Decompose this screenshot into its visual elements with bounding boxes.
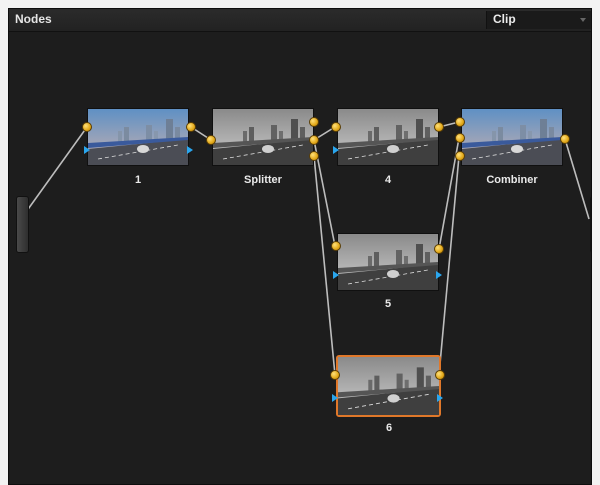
combiner-input-1-pin-icon[interactable]	[455, 117, 465, 127]
node-4-input-pin-icon[interactable]	[331, 122, 341, 132]
node-4-thumbnail	[338, 109, 438, 165]
node-5-input-pin-icon[interactable]	[331, 241, 341, 251]
wire-node-6-to-combiner	[438, 155, 460, 376]
nodes-panel: Nodes Clip 1 Splitter 4 Combiner 5 6	[8, 8, 592, 485]
node-splitter[interactable]	[212, 108, 314, 166]
node-5-output-pin-icon[interactable]	[434, 244, 444, 254]
node-5-label: 5	[384, 298, 392, 310]
node-5-rgb-input-icon[interactable]	[333, 271, 339, 279]
splitter-output-1-pin-icon[interactable]	[309, 117, 319, 127]
splitter-input-pin-icon[interactable]	[206, 135, 216, 145]
combiner-input-3-pin-icon[interactable]	[455, 151, 465, 161]
source-input-handle[interactable]	[16, 196, 29, 253]
wire-splitter-to-node-6	[313, 155, 336, 376]
output-handle[interactable]	[590, 196, 591, 253]
node-1-label: 1	[134, 174, 142, 186]
node-4-rgb-input-icon[interactable]	[333, 146, 339, 154]
combiner-output-pin-icon[interactable]	[560, 134, 570, 144]
node-splitter-thumbnail	[213, 109, 313, 165]
node-5[interactable]	[337, 233, 439, 291]
node-1[interactable]	[87, 108, 189, 166]
node-1-thumbnail	[88, 109, 188, 165]
wire-source-to-node-1	[20, 126, 88, 220]
node-4-output-pin-icon[interactable]	[434, 122, 444, 132]
node-5-thumbnail	[338, 234, 438, 290]
node-6-rgb-input-icon[interactable]	[332, 394, 338, 402]
node-connections	[20, 121, 590, 376]
combiner-input-2-pin-icon[interactable]	[455, 133, 465, 143]
node-4-label: 4	[384, 174, 392, 186]
node-6-thumbnail	[338, 357, 439, 415]
node-5-rgb-output-icon[interactable]	[436, 271, 442, 279]
node-6-label: 6	[385, 422, 393, 434]
node-6[interactable]	[336, 355, 441, 417]
node-1-rgb-input-icon[interactable]	[84, 146, 90, 154]
node-1-rgb-output-icon[interactable]	[187, 146, 193, 154]
node-splitter-label: Splitter	[244, 174, 282, 186]
node-4[interactable]	[337, 108, 439, 166]
splitter-output-2-pin-icon[interactable]	[309, 135, 319, 145]
node-combiner[interactable]	[461, 108, 563, 166]
node-1-input-pin-icon[interactable]	[82, 122, 92, 132]
node-6-rgb-output-icon[interactable]	[437, 394, 443, 402]
node-combiner-thumbnail	[462, 109, 562, 165]
node-1-output-pin-icon[interactable]	[186, 122, 196, 132]
node-combiner-label: Combiner	[486, 174, 538, 186]
splitter-output-3-pin-icon[interactable]	[309, 151, 319, 161]
node-6-output-pin-icon[interactable]	[435, 370, 445, 380]
node-6-input-pin-icon[interactable]	[330, 370, 340, 380]
